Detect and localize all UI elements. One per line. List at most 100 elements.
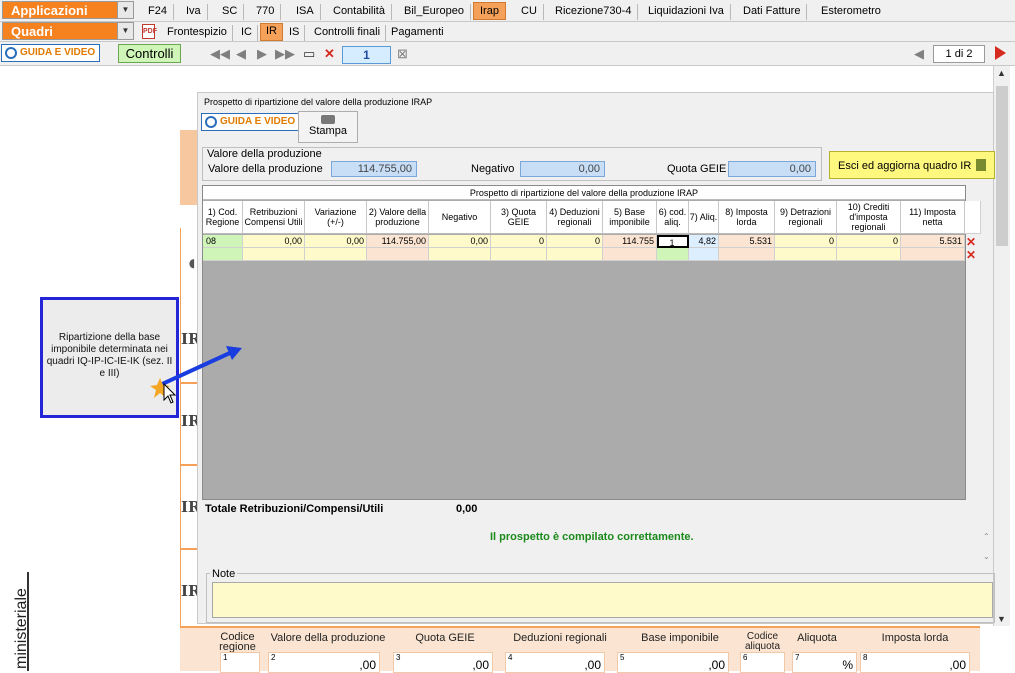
col-header-negativo[interactable]: Negativo bbox=[429, 201, 491, 234]
cell-aliq[interactable]: 4,82 bbox=[689, 235, 719, 248]
tab-esterometro[interactable]: Esterometro bbox=[815, 4, 887, 20]
chevron-down-icon[interactable]: ▼ bbox=[117, 2, 133, 18]
message-scroll-arrows[interactable]: ⌃ ⌄ bbox=[983, 527, 990, 567]
scroll-up-icon[interactable]: ▲ bbox=[997, 68, 1006, 78]
cell-valore-produzione[interactable] bbox=[367, 248, 429, 261]
stampa-button[interactable]: Stampa bbox=[298, 111, 358, 143]
cell-aliq[interactable] bbox=[689, 248, 719, 261]
cell-deduzioni[interactable]: 0 bbox=[547, 235, 603, 248]
first-page-icon[interactable]: ◀◀ bbox=[210, 46, 230, 62]
bottom-field[interactable]: 6 bbox=[740, 652, 785, 673]
cell-imposta-lorda[interactable]: 5.531 bbox=[719, 235, 775, 248]
cell-base-imponibile[interactable]: 114.755 bbox=[603, 235, 657, 248]
cell-crediti[interactable]: 0 bbox=[837, 235, 901, 248]
col-header-imposta-lorda[interactable]: 8) Imposta lorda bbox=[719, 201, 775, 234]
col-header-imposta-netta[interactable]: 11) Imposta netta bbox=[901, 201, 965, 234]
scroll-down-icon[interactable]: ▼ bbox=[997, 614, 1006, 624]
guida-video-button[interactable]: GUIDA E VIDEO bbox=[1, 44, 101, 62]
delete-form-icon[interactable]: ⊠ bbox=[397, 46, 408, 62]
tab-bil-europeo[interactable]: Bil_Europeo bbox=[398, 4, 471, 20]
cell-imposta-lorda[interactable] bbox=[719, 248, 775, 261]
delete-row-icon[interactable]: ✕ bbox=[965, 249, 977, 261]
cell-variazione[interactable] bbox=[305, 248, 367, 261]
tab-ricezione730[interactable]: Ricezione730-4 bbox=[549, 4, 639, 20]
bottom-field[interactable]: 1 bbox=[220, 652, 260, 673]
quadri-combo[interactable]: Quadri ▼ bbox=[2, 22, 134, 40]
tab-liquidazioni-iva[interactable]: Liquidazioni Iva bbox=[642, 4, 731, 20]
prev-page-icon[interactable]: ◀ bbox=[236, 46, 246, 62]
subtab-pagamenti[interactable]: Pagamenti bbox=[386, 25, 449, 41]
next-form-icon[interactable] bbox=[995, 46, 1006, 60]
cell-deduzioni[interactable] bbox=[547, 248, 603, 261]
esci-aggiorna-button[interactable]: Esci ed aggiorna quadro IR bbox=[829, 151, 995, 179]
delete-page-icon[interactable]: ✕ bbox=[324, 46, 335, 62]
bottom-field[interactable]: 5,00 bbox=[617, 652, 729, 673]
col-header-detrazioni[interactable]: 9) Detrazioni regionali bbox=[775, 201, 837, 234]
chevron-down-icon[interactable]: ▼ bbox=[117, 23, 133, 39]
cell-quota-geie[interactable]: 0 bbox=[491, 235, 547, 248]
cell-retribuzioni[interactable] bbox=[243, 248, 305, 261]
cell-cod-aliq[interactable]: 1 bbox=[657, 235, 689, 248]
next-page-icon[interactable]: ▶ bbox=[257, 46, 267, 62]
col-header-retribuzioni[interactable]: Retribuzioni Compensi Utili bbox=[243, 201, 305, 234]
subtab-frontespizio[interactable]: Frontespizio bbox=[162, 25, 233, 41]
tab-isa[interactable]: ISA bbox=[290, 4, 321, 20]
dialog-guida-video-button[interactable]: GUIDA E VIDEO bbox=[201, 113, 301, 131]
valore-produzione-field[interactable]: 114.755,00 bbox=[331, 161, 417, 177]
subtab-is[interactable]: IS bbox=[284, 25, 306, 41]
cell-imposta-netta[interactable] bbox=[901, 248, 965, 261]
tab-contabilita[interactable]: Contabilità bbox=[327, 4, 392, 20]
cell-cod-regione[interactable] bbox=[203, 248, 243, 261]
cell-imposta-netta[interactable]: 5.531 bbox=[901, 235, 965, 248]
col-header-variazione[interactable]: Variazione (+/-) bbox=[305, 201, 367, 234]
col-header-cod-regione[interactable]: 1) Cod. Regione bbox=[203, 201, 243, 234]
cell-detrazioni[interactable]: 0 bbox=[775, 235, 837, 248]
negativo-field[interactable]: 0,00 bbox=[520, 161, 605, 177]
col-header-cod-aliq[interactable]: 6) cod. aliq. bbox=[657, 201, 689, 234]
cell-quota-geie[interactable] bbox=[491, 248, 547, 261]
tab-irap[interactable]: Irap bbox=[473, 2, 506, 20]
bottom-field[interactable]: 2,00 bbox=[268, 652, 380, 673]
cell-variazione[interactable]: 0,00 bbox=[305, 235, 367, 248]
tab-cu[interactable]: CU bbox=[515, 4, 544, 20]
cell-crediti[interactable] bbox=[837, 248, 901, 261]
cell-valore-produzione[interactable]: 114.755,00 bbox=[367, 235, 429, 248]
prev-form-icon[interactable]: ◀ bbox=[914, 46, 924, 62]
page-number-field[interactable]: 1 bbox=[342, 46, 391, 64]
tab-sc[interactable]: SC bbox=[216, 4, 245, 20]
cell-negativo[interactable]: 0,00 bbox=[429, 235, 491, 248]
applicazioni-combo[interactable]: Applicazioni ▼ bbox=[2, 1, 134, 19]
bottom-field[interactable]: 4,00 bbox=[505, 652, 605, 673]
ripartizione-grid[interactable]: Prospetto di ripartizione del valore del… bbox=[202, 185, 981, 500]
bottom-field[interactable]: 3,00 bbox=[393, 652, 493, 673]
tab-dati-fatture[interactable]: Dati Fatture bbox=[737, 4, 808, 20]
tab-770[interactable]: 770 bbox=[250, 4, 282, 20]
last-page-icon[interactable]: ▶▶ bbox=[275, 46, 295, 62]
controlli-button[interactable]: Controlli bbox=[118, 44, 181, 63]
subtab-ic[interactable]: IC bbox=[236, 25, 258, 41]
col-header-valore-produzione[interactable]: 2) Valore della produzione bbox=[367, 201, 429, 234]
bottom-field[interactable]: 7% bbox=[792, 652, 857, 673]
quota-geie-field[interactable]: 0,00 bbox=[728, 161, 816, 177]
cell-base-imponibile[interactable] bbox=[603, 248, 657, 261]
subtab-controlli-finali[interactable]: Controlli finali bbox=[309, 25, 387, 41]
subtab-ir[interactable]: IR bbox=[260, 23, 283, 41]
delete-row-icon[interactable]: ✕ bbox=[965, 236, 977, 248]
col-header-crediti[interactable]: 10) Crediti d'imposta regionali bbox=[837, 201, 901, 234]
col-header-quota-geie[interactable]: 3) Quota GEIE bbox=[491, 201, 547, 234]
cell-cod-regione[interactable]: 08 bbox=[203, 235, 243, 248]
tab-f24[interactable]: F24 bbox=[142, 4, 174, 20]
tab-iva[interactable]: Iva bbox=[180, 4, 208, 20]
note-textarea[interactable] bbox=[212, 582, 993, 618]
scroll-thumb[interactable] bbox=[996, 86, 1008, 246]
col-header-aliq[interactable]: 7) Aliq. bbox=[689, 201, 719, 234]
bottom-field[interactable]: 8,00 bbox=[860, 652, 970, 673]
page-scrollbar[interactable]: ▲ ▼ bbox=[993, 66, 1010, 626]
new-page-icon[interactable]: ▭ bbox=[303, 46, 315, 62]
col-header-base-imponibile[interactable]: 5) Base imponibile bbox=[603, 201, 657, 234]
cell-detrazioni[interactable] bbox=[775, 248, 837, 261]
cell-negativo[interactable] bbox=[429, 248, 491, 261]
cell-retribuzioni[interactable]: 0,00 bbox=[243, 235, 305, 248]
col-header-deduzioni[interactable]: 4) Deduzioni regionali bbox=[547, 201, 603, 234]
cell-cod-aliq[interactable] bbox=[657, 248, 689, 261]
